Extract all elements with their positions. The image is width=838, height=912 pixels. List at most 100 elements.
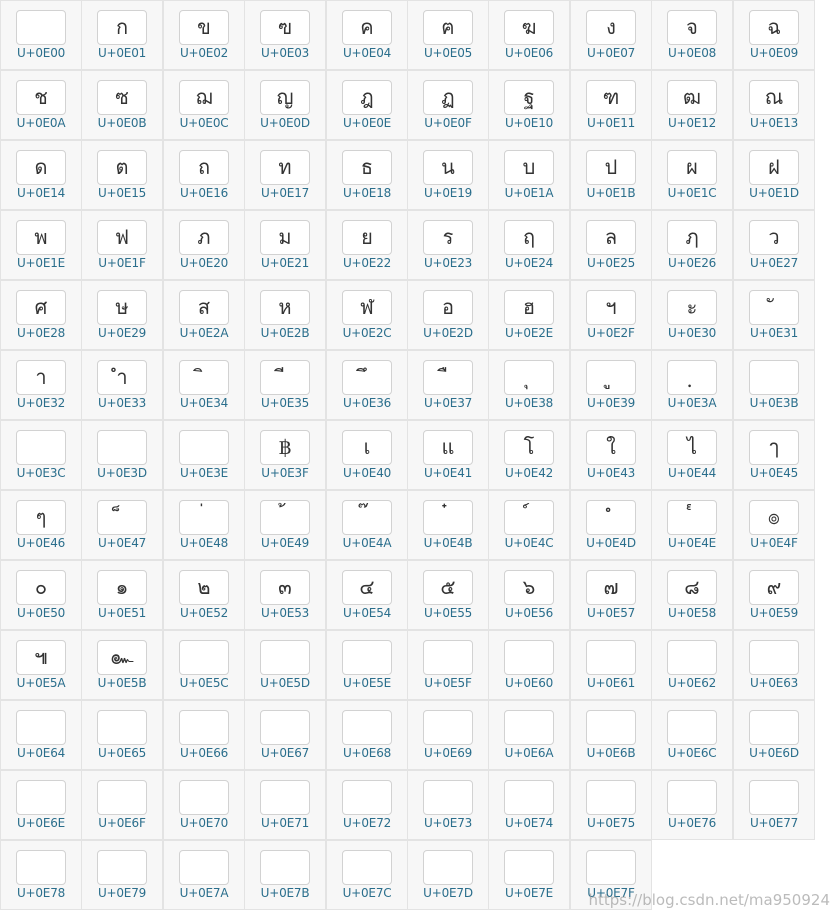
char-cell[interactable]: ม U+0E21 bbox=[244, 210, 326, 280]
char-cell[interactable]: ง U+0E07 bbox=[570, 0, 652, 70]
char-cell[interactable]: ฝ U+0E1D bbox=[733, 140, 815, 210]
char-cell[interactable]: U+0E74 bbox=[488, 770, 570, 840]
char-cell[interactable]: U+0E79 bbox=[81, 840, 163, 910]
char-cell[interactable]: ์U+0E4C bbox=[488, 490, 570, 560]
char-cell[interactable]: U+0E66 bbox=[163, 700, 245, 770]
char-cell[interactable]: โ U+0E42 bbox=[488, 420, 570, 490]
char-cell[interactable]: U+0E70 bbox=[163, 770, 245, 840]
char-cell[interactable]: ้U+0E49 bbox=[244, 490, 326, 560]
char-cell[interactable]: ล U+0E25 bbox=[570, 210, 652, 280]
char-cell[interactable]: ฅ U+0E05 bbox=[407, 0, 489, 70]
char-cell[interactable]: U+0E7A bbox=[163, 840, 245, 910]
char-cell[interactable]: ๆ U+0E46 bbox=[0, 490, 82, 560]
char-cell[interactable]: ๕ U+0E55 bbox=[407, 560, 489, 630]
char-cell[interactable]: ๔ U+0E54 bbox=[326, 560, 408, 630]
char-cell[interactable]: ย U+0E22 bbox=[326, 210, 408, 280]
char-cell[interactable]: ต U+0E15 bbox=[81, 140, 163, 210]
char-cell[interactable]: ๊U+0E4A bbox=[326, 490, 408, 560]
char-cell[interactable]: ซ U+0E0B bbox=[81, 70, 163, 140]
char-cell[interactable]: U+0E69 bbox=[407, 700, 489, 770]
char-cell[interactable]: ๐ U+0E50 bbox=[0, 560, 82, 630]
char-cell[interactable]: ก U+0E01 bbox=[81, 0, 163, 70]
char-cell[interactable]: ืU+0E37 bbox=[407, 350, 489, 420]
char-cell[interactable]: ฌ U+0E0C bbox=[163, 70, 245, 140]
char-cell[interactable]: ค U+0E04 bbox=[326, 0, 408, 70]
char-cell[interactable]: U+0E73 bbox=[407, 770, 489, 840]
char-cell[interactable]: ึU+0E36 bbox=[326, 350, 408, 420]
char-cell[interactable]: ว U+0E27 bbox=[733, 210, 815, 280]
char-cell[interactable]: U+0E78 bbox=[0, 840, 82, 910]
char-cell[interactable]: U+0E7C bbox=[326, 840, 408, 910]
char-cell[interactable]: U+0E6A bbox=[488, 700, 570, 770]
char-cell[interactable]: U+0E7B bbox=[244, 840, 326, 910]
char-cell[interactable]: U+0E71 bbox=[244, 770, 326, 840]
char-cell[interactable]: U+0E60 bbox=[488, 630, 570, 700]
char-cell[interactable]: ฯ U+0E2F bbox=[570, 280, 652, 350]
char-cell[interactable]: แ U+0E41 bbox=[407, 420, 489, 490]
char-cell[interactable]: U+0E3B bbox=[733, 350, 815, 420]
char-cell[interactable]: ีU+0E35 bbox=[244, 350, 326, 420]
char-cell[interactable]: ข U+0E02 bbox=[163, 0, 245, 70]
char-cell[interactable]: U+0E7E bbox=[488, 840, 570, 910]
char-cell[interactable]: ฬ U+0E2C bbox=[326, 280, 408, 350]
char-cell[interactable]: U+0E76 bbox=[651, 770, 733, 840]
char-cell[interactable]: ไ U+0E44 bbox=[651, 420, 733, 490]
char-cell[interactable]: ุU+0E38 bbox=[488, 350, 570, 420]
char-cell[interactable]: ฟ U+0E1F bbox=[81, 210, 163, 280]
char-cell[interactable]: ษ U+0E29 bbox=[81, 280, 163, 350]
char-cell[interactable]: ๑ U+0E51 bbox=[81, 560, 163, 630]
char-cell[interactable]: ฎ U+0E0E bbox=[326, 70, 408, 140]
char-cell[interactable]: U+0E5E bbox=[326, 630, 408, 700]
char-cell[interactable]: ภ U+0E20 bbox=[163, 210, 245, 280]
char-cell[interactable]: U+0E62 bbox=[651, 630, 733, 700]
char-cell[interactable]: ธ U+0E18 bbox=[326, 140, 408, 210]
char-cell[interactable]: U+0E75 bbox=[570, 770, 652, 840]
char-cell[interactable]: ถ U+0E16 bbox=[163, 140, 245, 210]
char-cell[interactable]: ฿ U+0E3F bbox=[244, 420, 326, 490]
char-cell[interactable]: ฐ U+0E10 bbox=[488, 70, 570, 140]
char-cell[interactable]: ฦ U+0E26 bbox=[651, 210, 733, 280]
char-cell[interactable]: ฮ U+0E2E bbox=[488, 280, 570, 350]
char-cell[interactable]: ฉ U+0E09 bbox=[733, 0, 815, 70]
char-cell[interactable]: ๗ U+0E57 bbox=[570, 560, 652, 630]
char-cell[interactable]: U+0E65 bbox=[81, 700, 163, 770]
char-cell[interactable]: ๏ U+0E4F bbox=[733, 490, 815, 560]
char-cell[interactable]: ฒ U+0E12 bbox=[651, 70, 733, 140]
char-cell[interactable]: ท U+0E17 bbox=[244, 140, 326, 210]
char-cell[interactable]: ่U+0E48 bbox=[163, 490, 245, 560]
char-cell[interactable]: U+0E3D bbox=[81, 420, 163, 490]
char-cell[interactable]: U+0E67 bbox=[244, 700, 326, 770]
char-cell[interactable]: ำ U+0E33 bbox=[81, 350, 163, 420]
char-cell[interactable]: อ U+0E2D bbox=[407, 280, 489, 350]
char-cell[interactable]: ผ U+0E1C bbox=[651, 140, 733, 210]
char-cell[interactable]: U+0E68 bbox=[326, 700, 408, 770]
char-cell[interactable]: U+0E6B bbox=[570, 700, 652, 770]
char-cell[interactable]: ป U+0E1B bbox=[570, 140, 652, 210]
char-cell[interactable]: ใ U+0E43 bbox=[570, 420, 652, 490]
char-cell[interactable]: จ U+0E08 bbox=[651, 0, 733, 70]
char-cell[interactable]: ๘ U+0E58 bbox=[651, 560, 733, 630]
char-cell[interactable]: บ U+0E1A bbox=[488, 140, 570, 210]
char-cell[interactable]: ญ U+0E0D bbox=[244, 70, 326, 140]
char-cell[interactable]: U+0E5F bbox=[407, 630, 489, 700]
char-cell[interactable]: U+0E3C bbox=[0, 420, 82, 490]
char-cell[interactable]: U+0E64 bbox=[0, 700, 82, 770]
char-cell[interactable]: ๛ U+0E5B bbox=[81, 630, 163, 700]
char-cell[interactable]: ็U+0E47 bbox=[81, 490, 163, 560]
char-cell[interactable]: ะ U+0E30 bbox=[651, 280, 733, 350]
char-cell[interactable]: ๋U+0E4B bbox=[407, 490, 489, 560]
char-cell[interactable]: ห U+0E2B bbox=[244, 280, 326, 350]
char-cell[interactable]: U+0E77 bbox=[733, 770, 815, 840]
char-cell[interactable]: ฆ U+0E06 bbox=[488, 0, 570, 70]
char-cell[interactable]: ร U+0E23 bbox=[407, 210, 489, 280]
char-cell[interactable]: U+0E5C bbox=[163, 630, 245, 700]
char-cell[interactable]: U+0E6F bbox=[81, 770, 163, 840]
char-cell[interactable]: U+0E7D bbox=[407, 840, 489, 910]
char-cell[interactable]: ศ U+0E28 bbox=[0, 280, 82, 350]
char-cell[interactable]: ด U+0E14 bbox=[0, 140, 82, 210]
char-cell[interactable]: ฑ U+0E11 bbox=[570, 70, 652, 140]
char-cell[interactable]: ๓ U+0E53 bbox=[244, 560, 326, 630]
char-cell[interactable]: ฤ U+0E24 bbox=[488, 210, 570, 280]
char-cell[interactable]: น U+0E19 bbox=[407, 140, 489, 210]
char-cell[interactable]: ูU+0E39 bbox=[570, 350, 652, 420]
